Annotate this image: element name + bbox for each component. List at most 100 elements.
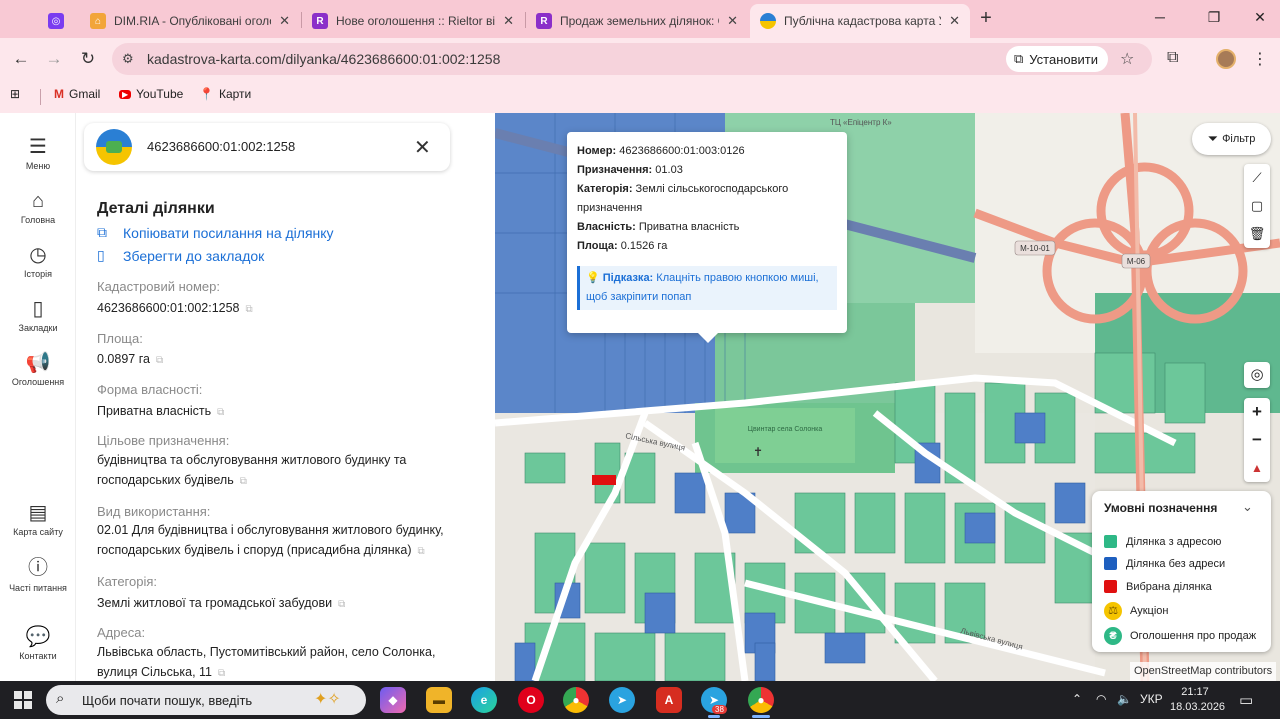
map-legend: Умовні позначення ⌄ Ділянка з адресою Ді… [1092, 491, 1271, 652]
language-indicator[interactable]: УКР [1140, 692, 1163, 706]
nav-home[interactable]: ⌂ Головна [0, 189, 76, 225]
chrome-active-icon[interactable]: ● [748, 687, 774, 713]
forward-icon[interactable]: → [43, 48, 65, 70]
measure-area-icon[interactable]: ▢ [1244, 192, 1270, 220]
copilot-icon[interactable]: ◆ [380, 687, 406, 713]
locate-icon[interactable]: ◎ [1244, 362, 1270, 388]
reload-icon[interactable]: ↻ [77, 48, 99, 70]
windows-start-icon[interactable] [14, 691, 32, 709]
volume-icon[interactable]: 🔈 [1117, 692, 1132, 706]
copy-link-button[interactable]: ⧉ Копіювати посилання на ділянку [97, 224, 334, 241]
nav-history[interactable]: ◷ Історія [0, 243, 76, 279]
popup-purpose: Призначення: 01.03 [577, 164, 683, 176]
history-icon: ◷ [29, 244, 47, 266]
field-value: будівництва та обслуговування житлового … [97, 450, 477, 492]
zoom-out-icon[interactable]: − [1244, 426, 1270, 454]
tab-kadastr[interactable]: Публічна кадастрова карта Ук ✕ [750, 4, 970, 38]
pdf-reader-icon[interactable]: A [656, 687, 682, 713]
legend-item: ₴ Оголошення про продаж [1104, 627, 1256, 645]
address-bar[interactable]: ⚙ kadastrova-karta.com/dilyanka/46236866… [112, 43, 1152, 75]
file-explorer-icon[interactable]: ▬ [426, 687, 452, 713]
back-icon[interactable]: ← [10, 48, 32, 70]
nav-announcements[interactable]: 📢 Оголошення [0, 351, 76, 387]
opera-icon[interactable]: O [518, 687, 544, 713]
close-tab-icon[interactable]: ✕ [503, 13, 514, 29]
close-tab-icon[interactable]: ✕ [949, 13, 960, 29]
copy-icon[interactable]: ⧉ [217, 403, 224, 423]
profile-avatar[interactable] [1216, 49, 1236, 69]
nav-menu[interactable]: ☰ Меню [0, 135, 76, 171]
copy-icon[interactable]: ⧉ [246, 300, 253, 320]
clock[interactable]: 21:17 18.03.2026 [1170, 685, 1225, 715]
minimize-icon[interactable]: ─ [1150, 9, 1170, 25]
filter-button[interactable]: ⏷ Фільтр [1192, 123, 1271, 155]
sparkle-icon: ✦✧ [314, 691, 341, 708]
tab-app[interactable]: ◎ [38, 4, 78, 38]
nav-bookmarks[interactable]: ▯ Закладки [0, 297, 76, 333]
search-input[interactable]: 4623686600:01:002:1258 [147, 139, 295, 154]
filter-icon: ⏷ [1207, 131, 1219, 146]
new-tab-icon[interactable]: + [976, 7, 996, 30]
bookmark-star-icon[interactable]: ☆ [1120, 49, 1134, 69]
notifications-icon[interactable]: ▭ [1239, 691, 1253, 709]
copy-icon[interactable]: ⧉ [240, 472, 247, 492]
tab-dimria[interactable]: ⌂ DIM.RIA - Опубліковані оголош ✕ [80, 4, 300, 38]
field-label: Адреса: [97, 625, 146, 640]
map-attribution[interactable]: OpenStreetMap contributors [1130, 662, 1277, 681]
install-app-button[interactable]: ⧉ Установити [1006, 46, 1109, 72]
wifi-icon[interactable]: ◠ [1096, 692, 1106, 706]
close-tab-icon[interactable]: ✕ [279, 13, 290, 29]
zoom-controls: + − ▲ [1244, 398, 1270, 482]
zoom-in-icon[interactable]: + [1244, 398, 1270, 426]
restore-icon[interactable]: ❐ [1204, 9, 1224, 26]
copy-icon[interactable]: ⧉ [218, 664, 225, 681]
url-text[interactable]: kadastrova-karta.com/dilyanka/4623686600… [147, 51, 500, 67]
measure-line-icon[interactable]: ⟋ [1244, 164, 1270, 192]
trash-icon[interactable]: 🗑 [1244, 220, 1270, 248]
close-icon[interactable]: ✕ [414, 135, 431, 160]
taskbar-search[interactable]: ⌕ Щоби почати пошук, введіть ✦✧ [46, 685, 366, 715]
more-menu-icon[interactable]: ⋮ [1252, 49, 1268, 69]
dimria-icon: ⌂ [90, 13, 106, 29]
bookmark-youtube[interactable]: ▶ YouTube [119, 87, 183, 101]
popup-number: Номер: 4623686600:01:003:0126 [577, 145, 745, 157]
chevron-down-icon[interactable]: ⌄ [1242, 499, 1253, 515]
window-close-icon[interactable]: ✕ [1250, 9, 1270, 26]
field-label: Площа: [97, 331, 143, 346]
site-logo[interactable] [96, 129, 132, 165]
apps-grid-icon[interactable]: ⊞ [10, 87, 25, 101]
tray-chevron-icon[interactable]: ⌃ [1072, 692, 1082, 706]
lightbulb-icon: 💡 [586, 272, 600, 284]
selected-parcel[interactable] [592, 475, 616, 485]
nav-contacts[interactable]: 💬 Контакти [0, 625, 76, 661]
telegram-icon[interactable]: ➤ [609, 687, 635, 713]
field-label: Кадастровий номер: [97, 279, 220, 294]
bookmark-gmail[interactable]: M Gmail [54, 87, 100, 101]
contacts-icon: 💬 [25, 626, 51, 648]
site-settings-icon[interactable]: ⚙ [122, 51, 134, 67]
nav-faq[interactable]: ⓘ Часті питання [0, 556, 76, 595]
copy-icon[interactable]: ⧉ [418, 542, 425, 562]
field-value: Львівська область, Пустомитівський район… [97, 642, 477, 681]
chrome-icon[interactable]: ● [563, 687, 589, 713]
copy-icon[interactable]: ⧉ [338, 595, 345, 615]
popup-area: Площа: 0.1526 га [577, 240, 668, 252]
tab-rieltor-new[interactable]: R Нове оголошення :: Rieltor від ✕ [302, 4, 524, 38]
sale-icon: ₴ [1104, 627, 1122, 645]
sitemap-icon: ▤ [28, 502, 48, 524]
cadastral-map[interactable]: М-10-01 М-06 Сільська вулиця Цвинтар сел… [495, 113, 1280, 681]
extensions-icon[interactable]: ⧉ [1167, 49, 1178, 67]
edge-icon[interactable]: e [471, 687, 497, 713]
tab-strip: ◎ ⌂ DIM.RIA - Опубліковані оголош ✕ R Но… [0, 0, 1280, 38]
compass-icon[interactable]: ▲ [1244, 454, 1270, 482]
auction-icon: ⚖ [1104, 602, 1122, 620]
taskbar: ⌕ Щоби почати пошук, введіть ✦✧ ◆ ▬ e O … [0, 681, 1280, 719]
bookmark-maps[interactable]: 📍 Карти [199, 87, 251, 101]
nav-sitemap[interactable]: ▤ Карта сайту [0, 501, 76, 537]
close-tab-icon[interactable]: ✕ [727, 13, 738, 29]
copy-icon[interactable]: ⧉ [156, 351, 163, 371]
save-bookmark-button[interactable]: ▯ Зберегти до закладок [97, 247, 264, 264]
bookmark-icon: ▯ [32, 298, 44, 320]
tab-rieltor-sale[interactable]: R Продаж земельних ділянок: Сі ✕ [526, 4, 748, 38]
copy-icon: ⧉ [97, 224, 107, 240]
